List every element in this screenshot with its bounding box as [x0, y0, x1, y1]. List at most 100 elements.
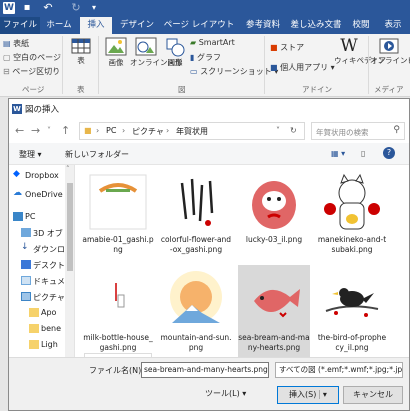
table-button[interactable]: 表	[68, 36, 94, 65]
recent-dropdown-icon[interactable]: ˅	[47, 126, 51, 135]
tab-references[interactable]: 参考資料	[240, 17, 286, 34]
cover-page-button[interactable]: ▤ 表紙	[3, 38, 29, 49]
help-icon[interactable]: ?	[383, 147, 395, 159]
dialog-footer: ファイル名(N): sea-bream-and-many-hearts.png …	[9, 357, 409, 410]
tab-review[interactable]: 校閲	[346, 17, 376, 34]
nav-scrollbar[interactable]: ˄	[65, 165, 74, 357]
shapes-button[interactable]: 図形	[164, 36, 186, 67]
file-tile[interactable]: colorful-flower-and-ox_gashi.png	[160, 167, 232, 267]
breadcrumb-pictures[interactable]: ピクチャ	[132, 126, 164, 137]
online-video-button[interactable]: オンラインビデオ	[370, 36, 410, 65]
save-icon[interactable]: ▪	[21, 2, 33, 14]
nav-item-downloads[interactable]: ↓ダウンロード	[11, 242, 74, 256]
store-button[interactable]: ■ ストア	[270, 42, 304, 53]
folder-icon	[29, 340, 39, 349]
nav-item-folder-bene[interactable]: bene	[11, 322, 73, 336]
customize-icon[interactable]: ▾	[88, 2, 100, 14]
pc-icon	[13, 212, 23, 221]
organize-button[interactable]: 整理 ▾	[19, 149, 42, 160]
page-break-button[interactable]: ⊟ ページ区切り	[3, 66, 60, 77]
nav-item-3d-objects[interactable]: 3D オブ	[11, 226, 73, 240]
folder-icon: ■	[84, 126, 92, 135]
table-group-label: 表	[77, 85, 85, 94]
nav-item-pictures[interactable]: ピクチャ	[11, 290, 73, 304]
online-picture-button[interactable]: オンライン画像	[130, 36, 183, 67]
insert-dropdown-icon[interactable]: ▾	[318, 390, 327, 399]
forward-icon[interactable]: →	[31, 124, 40, 137]
file-tile[interactable]: amabie-01_gashi.png	[82, 167, 154, 267]
nav-item-desktop[interactable]: デスクトップ	[11, 258, 74, 272]
nav-item-dropbox[interactable]: ◆ Dropbox	[11, 169, 73, 183]
ribbon-tabs: ファイル ホーム 挿入 デザイン ページ レイアウト 参考資料 差し込み文書 校…	[0, 17, 410, 34]
nav-item-pc[interactable]: PC	[11, 210, 73, 224]
view-options-icon[interactable]: ▦ ▾	[331, 149, 345, 158]
cancel-button[interactable]: キャンセル	[343, 386, 403, 404]
tab-mailings[interactable]: 差し込み文書	[286, 17, 346, 34]
wikipedia-button[interactable]: W ウィキペディア	[334, 36, 386, 65]
nav-item-folder-apo[interactable]: Apo	[11, 306, 73, 320]
search-input[interactable]: 年賀状用の検索 ⚲	[311, 122, 405, 140]
tab-view[interactable]: 表示	[378, 17, 408, 34]
tab-insert[interactable]: 挿入	[80, 17, 112, 34]
addins-group-label: アドイン	[302, 85, 332, 94]
breadcrumb[interactable]: ■ › PC › ピクチャ › 年賀状用 ˅ ↻	[79, 122, 305, 140]
refresh-icon[interactable]: ↻	[290, 126, 297, 135]
my-apps-button[interactable]: ■ 個人用アプリ ▾	[270, 62, 335, 73]
tab-home[interactable]: ホーム	[40, 17, 78, 34]
document-icon	[21, 276, 31, 285]
wikipedia-icon: W	[340, 36, 358, 56]
file-tile[interactable]: manekineko-and-tsubaki.png	[316, 167, 388, 267]
word-dialog-icon: W	[12, 104, 22, 114]
up-icon[interactable]: ↑	[61, 124, 70, 137]
address-dropdown-icon[interactable]: ˅	[276, 126, 280, 135]
command-bar: 整理 ▾ 新しいフォルダー ▦ ▾ ▯ ?	[9, 143, 409, 165]
breadcrumb-pc[interactable]: PC	[106, 126, 116, 135]
sea-bream-thumbnail	[254, 289, 300, 318]
screenshot-button[interactable]: ▭ スクリーンショット ▾	[190, 66, 278, 77]
picture-button[interactable]: 画像	[102, 36, 130, 67]
undo-icon[interactable]: ↶	[42, 2, 54, 14]
filetype-select[interactable]: すべての図 (*.emf;*.wmf;*.jpg;*.jp	[275, 362, 403, 378]
dialog-title-bar: W 図の挿入	[9, 99, 409, 119]
graph-button[interactable]: ▮ グラフ	[190, 52, 221, 63]
nav-scroll-thumb[interactable]	[67, 183, 73, 271]
nav-item-onedrive[interactable]: ☁ OneDrive	[11, 188, 73, 202]
desktop-icon	[21, 260, 31, 269]
calligraphy-thumbnail	[168, 173, 224, 233]
filename-input[interactable]: sea-bream-and-many-hearts.png	[141, 362, 269, 378]
tab-page-layout[interactable]: ページ レイアウト	[160, 17, 238, 34]
table-label: 表	[77, 56, 85, 65]
illustrations-group-label: 図	[178, 85, 186, 94]
word-app-icon: W	[3, 2, 15, 14]
tab-design[interactable]: デザイン	[114, 17, 160, 34]
insert-picture-dialog: W 図の挿入 ← → ˅ ↑ ■ › PC › ピクチャ › 年賀状用 ˅ ↻ …	[8, 98, 410, 411]
dialog-title: 図の挿入	[25, 105, 60, 115]
tab-file[interactable]: ファイル	[0, 17, 40, 34]
nav-item-folder-ligh[interactable]: Ligh	[11, 338, 73, 352]
wikipedia-label: ウィキペディア	[334, 56, 386, 65]
new-folder-button[interactable]: 新しいフォルダー	[65, 149, 129, 160]
redo-icon[interactable]: ↻	[70, 2, 82, 14]
tools-button[interactable]: ツール(L) ▾	[205, 386, 271, 404]
nav-item-documents[interactable]: ドキュメント	[11, 274, 74, 288]
file-tile[interactable]: lucky-03_il.png	[238, 167, 310, 267]
pictures-icon	[21, 292, 31, 301]
smartart-button[interactable]: ▰ SmartArt	[190, 38, 235, 47]
picture-icon	[105, 37, 127, 56]
scroll-up-icon[interactable]: ˄	[66, 165, 70, 173]
mountain-sun-thumbnail	[170, 271, 222, 323]
group-divider	[98, 36, 99, 94]
file-tile[interactable]: milk-bottle-house_gashi.png	[82, 265, 154, 357]
back-icon[interactable]: ←	[15, 124, 24, 137]
file-tile-selected[interactable]: sea-bream-and-many-hearts.png	[238, 265, 310, 357]
breadcrumb-nengajo[interactable]: 年賀状用	[176, 126, 208, 137]
insert-button[interactable]: 挿入(S) ▾	[277, 386, 339, 404]
address-bar: ← → ˅ ↑ ■ › PC › ピクチャ › 年賀状用 ˅ ↻ 年賀状用の検索…	[9, 119, 409, 143]
folder-icon	[29, 308, 39, 317]
blank-page-button[interactable]: ▢ 空白のページ	[3, 52, 61, 63]
file-tile[interactable]: the-bird-of-prophecy_il.png	[316, 265, 388, 357]
file-tile[interactable]: mountain-and-sun.png	[160, 265, 232, 357]
folder-icon	[29, 324, 39, 333]
milk-bottle-thumbnail	[90, 271, 146, 331]
preview-pane-icon[interactable]: ▯	[361, 149, 365, 158]
